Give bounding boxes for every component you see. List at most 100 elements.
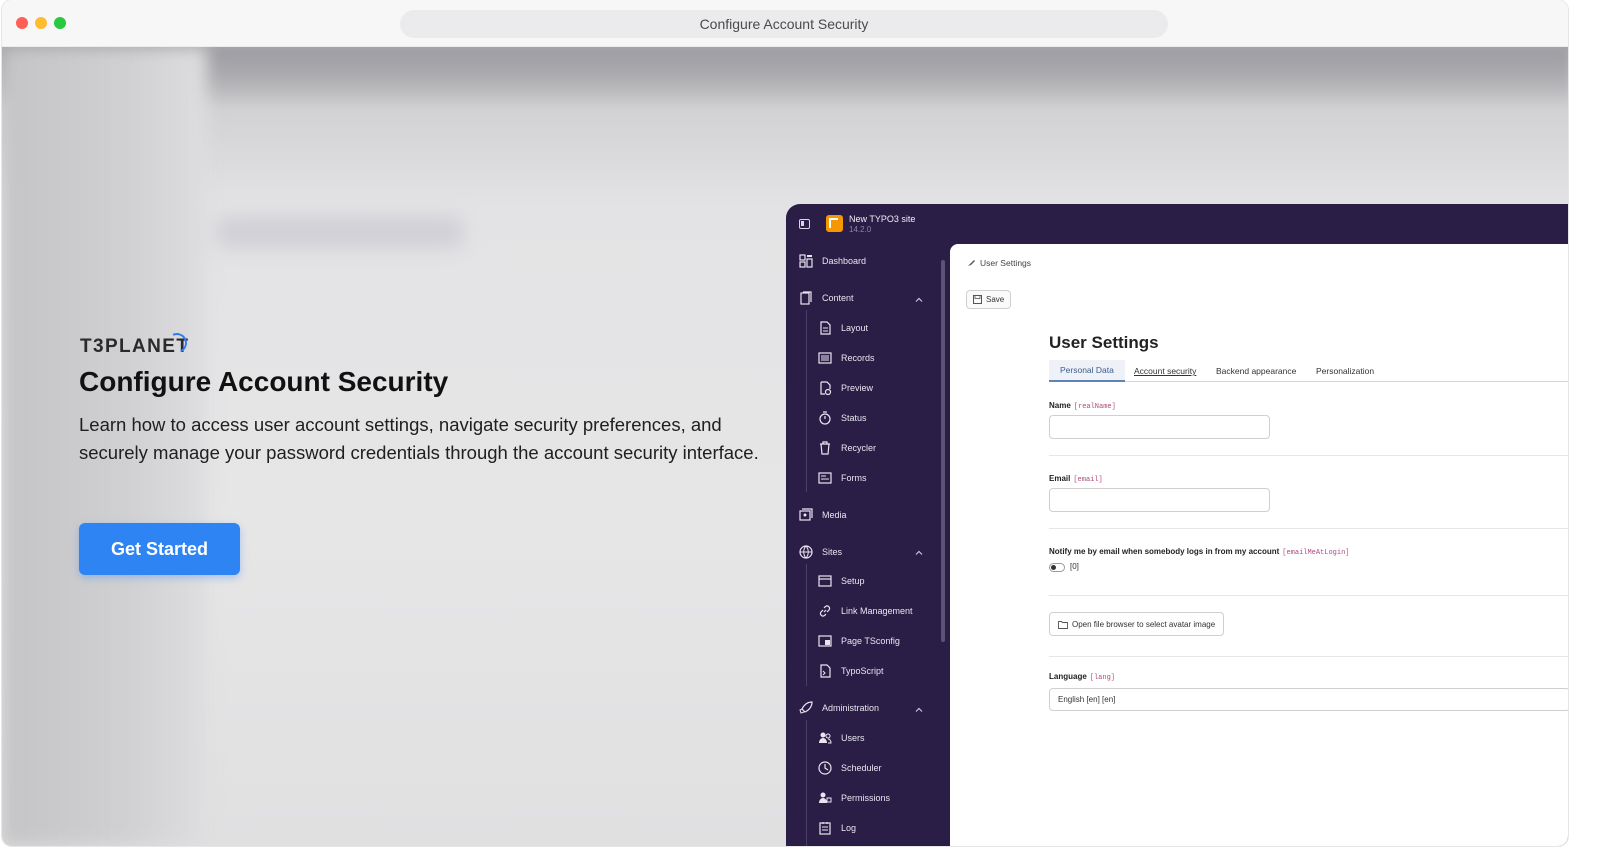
save-button-label: Save xyxy=(986,295,1005,304)
folder-icon xyxy=(1058,620,1068,629)
menu-typoscript[interactable]: TypoScript xyxy=(817,663,884,678)
minimize-window-button[interactable] xyxy=(35,17,47,29)
email-field-key: [email] xyxy=(1073,476,1103,484)
title-bar: Configure Account Security xyxy=(2,0,1568,47)
menu-layout[interactable]: Layout xyxy=(817,320,868,335)
page-title: User Settings xyxy=(1049,333,1159,352)
menu-link-management[interactable]: Link Management xyxy=(817,603,913,618)
administration-tree-line xyxy=(806,720,807,846)
language-field-key: [lang] xyxy=(1089,674,1115,682)
menu-typoscript-label: TypoScript xyxy=(841,665,884,676)
browser-window: Configure Account Security T3PLANET Conf… xyxy=(2,0,1568,846)
email-field[interactable] xyxy=(1049,488,1270,512)
layout-icon xyxy=(817,320,832,335)
preview-icon xyxy=(817,380,832,395)
dashboard-icon xyxy=(798,253,813,268)
email-label-text: Email xyxy=(1049,474,1071,483)
menu-preview[interactable]: Preview xyxy=(817,380,873,395)
get-started-button[interactable]: Get Started xyxy=(79,523,240,575)
module-content: User Settings Save User Settings Persona… xyxy=(950,244,1568,846)
menu-sites[interactable]: Sites xyxy=(798,544,842,559)
name-label: Name [realName] xyxy=(1049,401,1116,411)
setup-icon xyxy=(817,573,832,588)
tab-personal-data[interactable]: Personal Data xyxy=(1049,360,1125,382)
maximize-window-button[interactable] xyxy=(54,17,66,29)
forms-icon xyxy=(817,470,832,485)
menu-preview-label: Preview xyxy=(841,382,874,393)
chevron-up-icon[interactable] xyxy=(915,549,923,557)
save-button[interactable]: Save xyxy=(966,290,1012,309)
menu-setup[interactable]: Setup xyxy=(817,573,865,588)
menu-dashboard[interactable]: Dashboard xyxy=(798,253,866,268)
chevron-up-icon[interactable] xyxy=(915,296,923,304)
save-icon xyxy=(973,295,982,304)
name-field[interactable] xyxy=(1049,415,1270,439)
menu-page-tsconfig[interactable]: Page TSconfig xyxy=(817,633,900,648)
name-label-text: Name xyxy=(1049,401,1071,410)
notify-toggle[interactable] xyxy=(1049,563,1065,572)
menu-dashboard-label: Dashboard xyxy=(822,255,867,266)
menu-status-label: Status xyxy=(841,412,867,423)
blurred-bar xyxy=(217,217,462,247)
notify-field-key: [emailMeAtLogin] xyxy=(1282,549,1350,557)
menu-records[interactable]: Records xyxy=(817,350,875,365)
tsconfig-icon xyxy=(817,633,832,648)
menu-content-label: Content xyxy=(822,292,854,303)
permissions-icon xyxy=(817,790,832,805)
settings-tabs: Personal Data Account security Backend a… xyxy=(1049,360,1568,382)
language-label-text: Language xyxy=(1049,672,1087,681)
globe-icon xyxy=(798,544,813,559)
address-bar[interactable]: Configure Account Security xyxy=(400,10,1168,38)
chevron-up-icon[interactable] xyxy=(915,706,923,714)
menu-recycler[interactable]: Recycler xyxy=(817,440,876,455)
window-title: Configure Account Security xyxy=(699,16,869,32)
menu-scheduler[interactable]: Scheduler xyxy=(817,760,882,775)
select-avatar-button[interactable]: Open file browser to select avatar image xyxy=(1049,612,1225,636)
divider xyxy=(1049,528,1568,529)
menu-log[interactable]: Log xyxy=(817,820,856,835)
menu-users[interactable]: Users xyxy=(817,730,865,745)
menu-forms-label: Forms xyxy=(841,472,867,483)
link-icon xyxy=(817,603,832,618)
breadcrumb-label: User Settings xyxy=(980,258,1032,268)
breadcrumb: User Settings xyxy=(967,258,1031,268)
media-icon xyxy=(798,507,813,522)
menu-administration-label: Administration xyxy=(822,702,880,713)
select-avatar-label: Open file browser to select avatar image xyxy=(1072,619,1216,629)
menu-recycler-label: Recycler xyxy=(841,442,877,453)
users-icon xyxy=(817,730,832,745)
hero-description: Learn how to access user account setting… xyxy=(79,414,759,463)
hero-title: Configure Account Security xyxy=(79,366,449,397)
typo3-logo-icon xyxy=(826,215,843,232)
tab-account-security[interactable]: Account security xyxy=(1134,360,1196,382)
blurred-header xyxy=(2,47,1568,105)
divider xyxy=(1049,656,1568,657)
menu-forms[interactable]: Forms xyxy=(817,470,867,485)
language-select-value: English [en] [en] xyxy=(1058,695,1116,704)
backend-topbar: New TYPO3 site 14.2.0 xyxy=(786,204,1568,246)
menu-content[interactable]: Content xyxy=(798,290,854,305)
menu-setup-label: Setup xyxy=(841,575,865,586)
notify-toggle-value: [0] xyxy=(1070,562,1079,571)
close-window-button[interactable] xyxy=(16,17,28,29)
sidebar-scrollbar[interactable] xyxy=(941,260,945,642)
language-label: Language [lang] xyxy=(1049,672,1115,682)
tab-backend-appearance[interactable]: Backend appearance xyxy=(1216,360,1296,382)
content-icon xyxy=(798,290,813,305)
clock-icon xyxy=(817,760,832,775)
menu-administration[interactable]: Administration xyxy=(798,700,879,715)
sidebar-toggle-icon[interactable] xyxy=(799,219,810,229)
menu-media[interactable]: Media xyxy=(798,507,847,522)
language-select[interactable]: English [en] [en] xyxy=(1049,688,1568,711)
tab-personalization[interactable]: Personalization xyxy=(1316,360,1374,382)
typo3-backend-preview: New TYPO3 site 14.2.0 Dashboard Content … xyxy=(786,204,1568,846)
email-label: Email [email] xyxy=(1049,474,1103,484)
menu-link-management-label: Link Management xyxy=(841,605,913,616)
rocket-icon xyxy=(798,700,813,715)
menu-permissions[interactable]: Permissions xyxy=(817,790,890,805)
site-version: 14.2.0 xyxy=(849,225,872,234)
menu-layout-label: Layout xyxy=(841,322,869,333)
notify-label: Notify me by email when somebody logs in… xyxy=(1049,547,1349,557)
status-icon xyxy=(817,410,832,425)
menu-status[interactable]: Status xyxy=(817,410,867,425)
